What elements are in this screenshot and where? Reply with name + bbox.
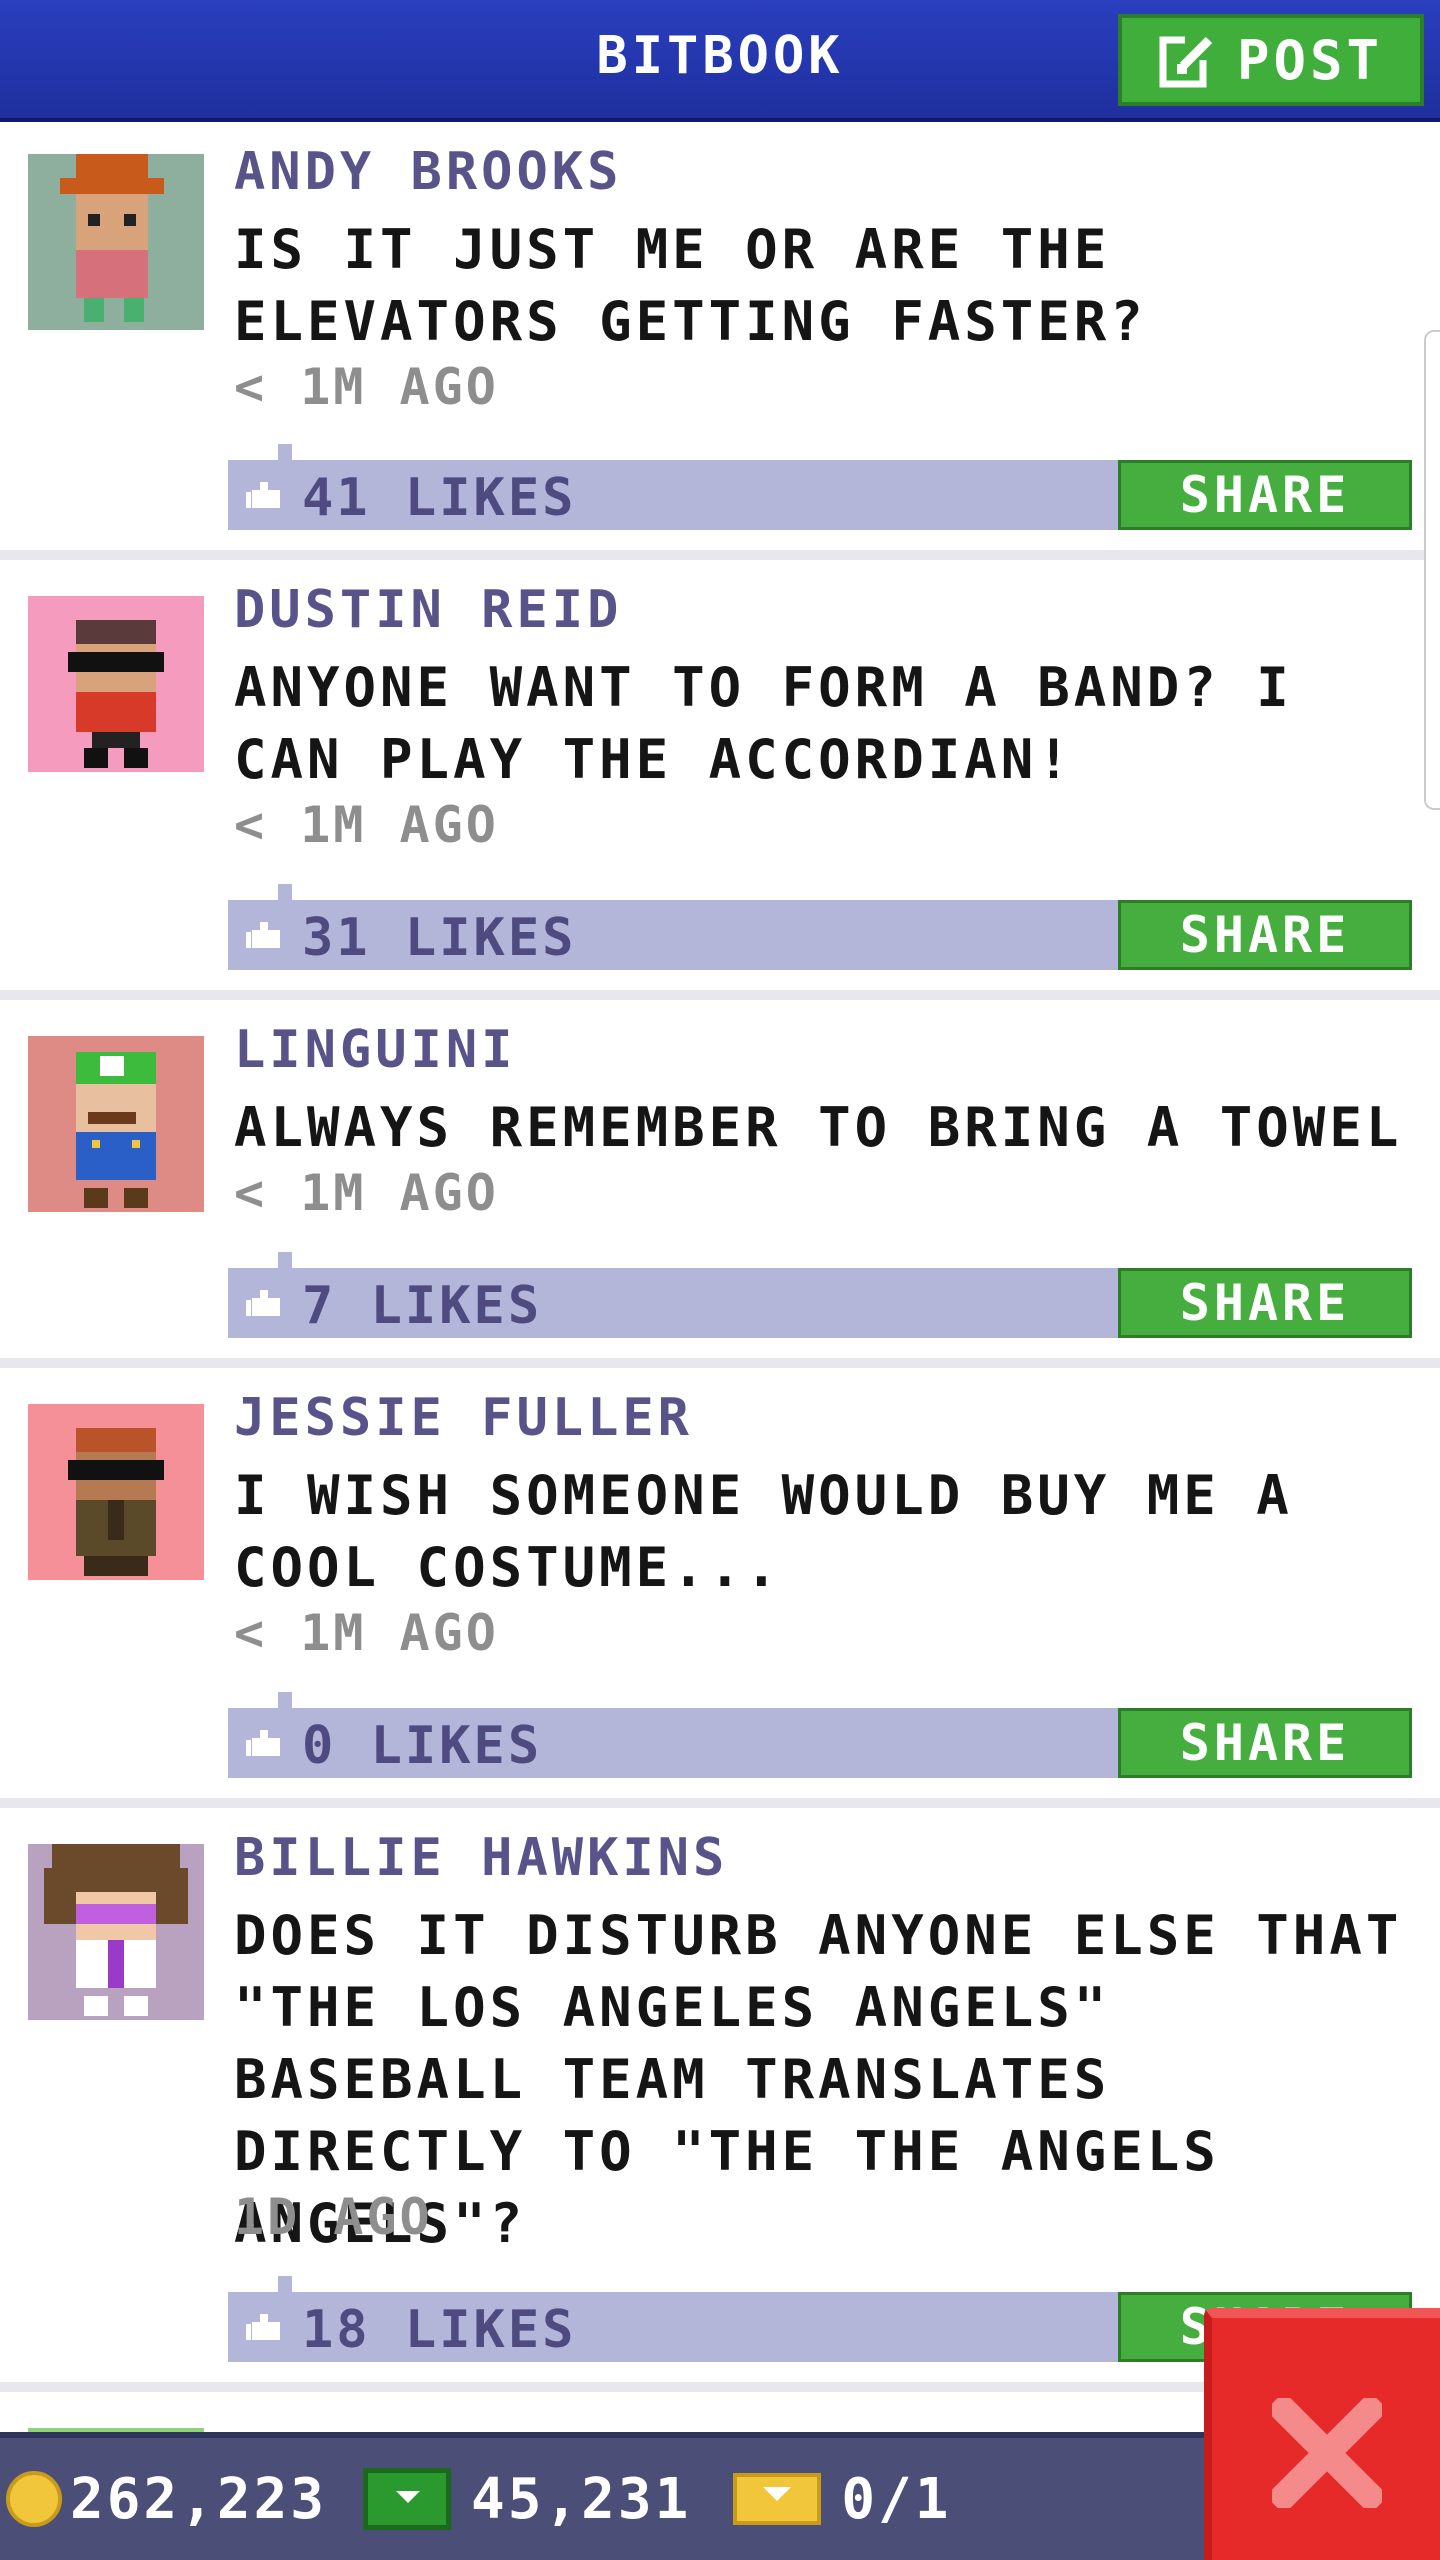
likes-count: 31 LIKES — [302, 908, 577, 968]
avatar-billie-hawkins — [28, 1844, 204, 2020]
like-bar-tab — [278, 1692, 292, 1710]
post-author[interactable]: LINGUINI — [234, 1020, 516, 1080]
likes-count: 41 LIKES — [302, 468, 577, 528]
avatar-linguini — [28, 1036, 204, 1212]
header-bar: BITBOOK POST — [0, 0, 1440, 122]
like-bar-tab — [278, 444, 292, 462]
like-bar: 7 LIKES SHARE — [228, 1252, 1412, 1338]
divider — [0, 550, 1440, 560]
thumbs-up-icon[interactable] — [246, 480, 284, 510]
coin-icon — [6, 2471, 62, 2527]
post-button[interactable]: POST — [1118, 14, 1424, 106]
thumbs-up-icon[interactable] — [246, 1288, 284, 1318]
post-time: 1D AGO — [234, 2188, 433, 2246]
post-text: IS IT JUST ME OR ARE THE ELEVATORS GETTI… — [234, 218, 1147, 353]
avatar[interactable] — [28, 154, 204, 330]
avatar[interactable] — [28, 596, 204, 772]
like-bar: 31 LIKES SHARE — [228, 884, 1412, 970]
share-button[interactable]: SHARE — [1118, 1268, 1412, 1338]
tickets-value: 0/1 — [841, 2466, 952, 2532]
like-bar: 41 LIKES SHARE — [228, 444, 1412, 530]
like-bar-tab — [278, 1252, 292, 1270]
avatar[interactable] — [28, 1036, 204, 1212]
likes-count: 18 LIKES — [302, 2300, 577, 2360]
post-author[interactable]: ANDY BROOKS — [234, 142, 622, 202]
post-card: LINGUINI ALWAYS REMEMBER TO BRING A TOWE… — [0, 1000, 1440, 1358]
bux-icon — [363, 2468, 452, 2530]
tickets-display: 0/1 — [697, 2467, 951, 2532]
post-card: BILLIE HAWKINS DOES IT DISTURB ANYONE EL… — [0, 1808, 1440, 2382]
edit-icon — [1159, 34, 1215, 88]
divider — [0, 1798, 1440, 1808]
post-time: < 1M AGO — [234, 796, 499, 854]
likes-count: 0 LIKES — [302, 1716, 543, 1776]
avatar-dustin-reid — [28, 596, 204, 772]
scrollbar[interactable] — [1424, 330, 1440, 810]
post-text: I WISH SOMEONE WOULD BUY ME A COOL COSTU… — [234, 1464, 1293, 1599]
like-bar-tab — [278, 884, 292, 902]
post-button-label: POST — [1236, 28, 1384, 92]
share-button[interactable]: SHARE — [1118, 460, 1412, 530]
like-bar: 0 LIKES SHARE — [228, 1692, 1412, 1778]
post-time: < 1M AGO — [234, 1164, 499, 1222]
ticket-icon — [733, 2473, 822, 2525]
avatar-andy-brooks — [28, 154, 204, 330]
thumbs-up-icon[interactable] — [246, 1728, 284, 1758]
like-bar-tab — [278, 2276, 292, 2294]
close-button[interactable] — [1204, 2308, 1440, 2560]
post-card: DUSTIN REID ANYONE WANT TO FORM A BAND? … — [0, 560, 1440, 990]
post-author[interactable]: DUSTIN REID — [234, 580, 622, 640]
post-text: ANYONE WANT TO FORM A BAND? I CAN PLAY T… — [234, 656, 1293, 791]
avatar[interactable] — [28, 1844, 204, 2020]
divider — [0, 990, 1440, 1000]
post-card: JESSIE FULLER I WISH SOMEONE WOULD BUY M… — [0, 1368, 1440, 1798]
coins-value: 262,223 — [70, 2466, 328, 2532]
share-button[interactable]: SHARE — [1118, 900, 1412, 970]
post-author[interactable]: BILLIE HAWKINS — [234, 1828, 728, 1888]
bux-display: 45,231 — [333, 2467, 691, 2532]
avatar[interactable] — [28, 1404, 204, 1580]
share-button[interactable]: SHARE — [1118, 1708, 1412, 1778]
post-card: ANDY BROOKS IS IT JUST ME OR ARE THE ELE… — [0, 122, 1440, 550]
avatar-jessie-fuller — [28, 1404, 204, 1580]
thumbs-up-icon[interactable] — [246, 920, 284, 950]
post-author[interactable]: JESSIE FULLER — [234, 1388, 693, 1448]
divider — [0, 1358, 1440, 1368]
post-time: < 1M AGO — [234, 358, 499, 416]
bux-value: 45,231 — [471, 2466, 692, 2532]
post-time: < 1M AGO — [234, 1604, 499, 1662]
coins-display: 262,223 — [6, 2467, 327, 2532]
post-text: ALWAYS REMEMBER TO BRING A TOWEL — [234, 1096, 1403, 1159]
thumbs-up-icon[interactable] — [246, 2312, 284, 2342]
likes-count: 7 LIKES — [302, 1276, 543, 1336]
close-icon — [1272, 2398, 1382, 2508]
